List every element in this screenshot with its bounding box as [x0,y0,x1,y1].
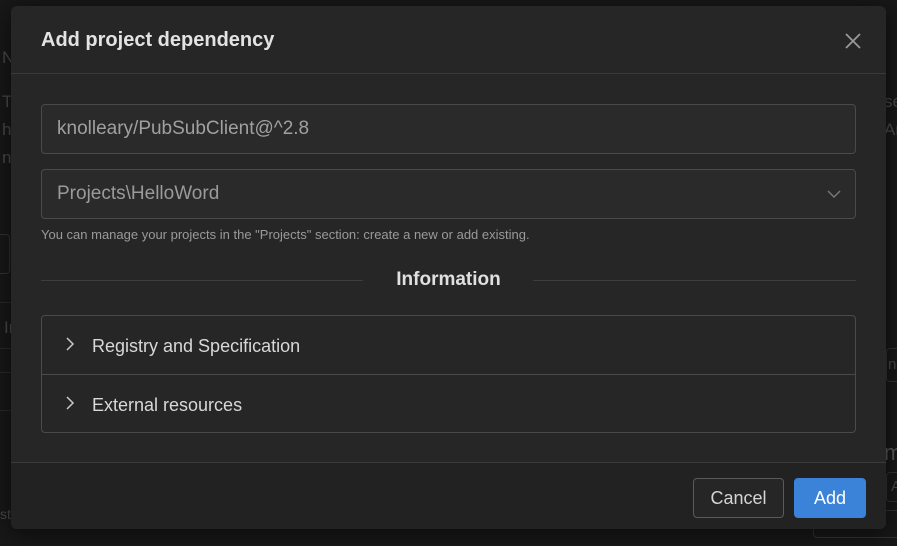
dialog-header: Add project dependency [11,6,886,74]
close-icon [845,33,861,49]
project-select-value: Projects\HelloWord [57,183,220,204]
chevron-down-icon [827,190,841,198]
bg-fragment: st [0,506,11,522]
project-select[interactable]: Projects\HelloWord [41,169,856,219]
bg-divider [0,302,11,303]
bg-divider [0,372,11,373]
chevron-right-icon [66,337,75,351]
project-hint: You can manage your projects in the "Pro… [41,227,530,242]
section-divider-right [533,280,856,281]
add-button[interactable]: Add [794,478,866,518]
accordion-label: Registry and Specification [92,336,301,356]
add-dependency-dialog: Add project dependency Projects\HelloWor… [11,6,886,529]
accordion-label: External resources [92,395,243,415]
information-accordion: Registry and Specification External reso… [41,315,856,433]
chevron-right-icon [66,396,75,410]
close-button[interactable] [842,30,864,52]
package-input-field[interactable] [41,104,856,154]
bg-fragment: ne [888,356,897,373]
bg-fragment: A [891,478,897,495]
accordion-item-registry[interactable]: Registry and Specification [42,316,855,374]
accordion-item-external-resources[interactable]: External resources [42,374,855,432]
dialog-title: Add project dependency [41,29,275,51]
bg-box [0,234,10,274]
cancel-button[interactable]: Cancel [693,478,784,518]
dialog-footer: Cancel Add [11,462,886,529]
bg-divider [0,348,11,349]
package-input[interactable] [57,118,855,140]
bg-divider [0,410,11,411]
